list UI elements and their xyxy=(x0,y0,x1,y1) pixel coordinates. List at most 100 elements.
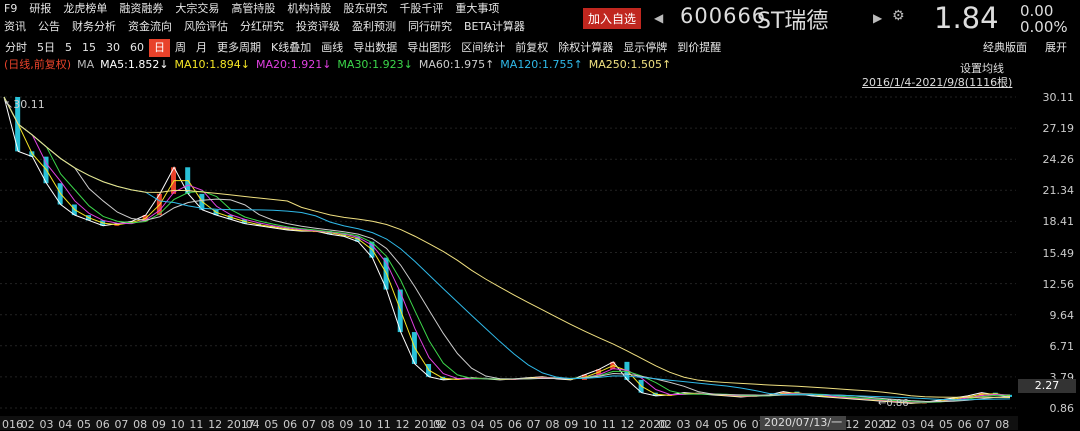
x-tick-label: 06 xyxy=(95,418,110,431)
x-tick-label: 08 xyxy=(545,418,560,431)
menu-item[interactable]: 资讯 xyxy=(0,18,32,36)
y-tick-label: 30.11 xyxy=(1042,91,1075,104)
ma-label: MA xyxy=(77,58,95,71)
ma-line xyxy=(3,96,1011,403)
toolbar-item[interactable]: 导出数据 xyxy=(348,39,402,57)
toolbar-item[interactable]: 30 xyxy=(101,39,125,57)
crosshair-date: 2020/07/13/一 xyxy=(760,416,847,430)
y-tick-label: 27.19 xyxy=(1042,122,1075,136)
toolbar-item[interactable]: K线叠加 xyxy=(266,39,316,57)
price-change-pct: 0.00% xyxy=(1020,18,1068,36)
x-tick-label: 10 xyxy=(170,418,185,431)
ma-line xyxy=(3,96,1011,404)
toolbar-item[interactable]: 区间统计 xyxy=(456,39,510,57)
menu-item[interactable]: 投资评级 xyxy=(290,18,346,36)
x-tick-label: 05 xyxy=(714,418,729,431)
current-price-tag: 2.27 xyxy=(1018,379,1076,393)
settings-gear-icon[interactable]: ⚙ xyxy=(892,8,905,24)
menu-item[interactable]: 风险评估 xyxy=(178,18,234,36)
toolbar-item[interactable]: 周 xyxy=(170,39,191,57)
menu-item[interactable]: 研报 xyxy=(23,0,57,18)
x-tick-label: 06 xyxy=(957,418,972,431)
y-tick-label: 9.64 xyxy=(1049,308,1075,322)
x-tick-label: 08 xyxy=(995,418,1010,431)
add-watchlist-button[interactable]: 加入自选 xyxy=(583,8,642,29)
x-tick-label: 02 xyxy=(882,418,897,431)
toolbar-item[interactable]: 60 xyxy=(125,39,149,57)
y-tick-label: 12.56 xyxy=(1042,277,1075,291)
x-tick-label: 03 xyxy=(901,418,916,431)
x-tick-label: 07 xyxy=(976,418,991,431)
toolbar-item[interactable]: 导出图形 xyxy=(402,39,456,57)
x-tick-label: 06 xyxy=(732,418,747,431)
menu-item[interactable]: 同行研究 xyxy=(402,18,458,36)
toolbar-item[interactable]: 除权计算器 xyxy=(553,39,618,57)
toolbar-item[interactable]: 画线 xyxy=(316,39,348,57)
menu-item[interactable]: 盈利预测 xyxy=(346,18,402,36)
toolbar-item[interactable]: 显示停牌 xyxy=(618,39,672,57)
x-tick-label: 11 xyxy=(601,418,616,431)
toolbar-item[interactable]: 15 xyxy=(77,39,101,57)
menu-row-2: 资讯 公告 财务分析 资金流向 风险评估 分红研究 投资评级 盈利预测 同行研究 BETA计算器 xyxy=(0,18,531,36)
x-tick-label: 06 xyxy=(508,418,522,431)
x-tick-label: 12 xyxy=(845,418,860,431)
menu-item[interactable]: 重大事项 xyxy=(449,0,505,18)
y-tick-label: 21.34 xyxy=(1042,184,1075,198)
prev-stock-icon[interactable]: ◀ xyxy=(654,11,663,25)
x-tick-label: 04 xyxy=(470,418,485,431)
y-tick-label: 0.86 xyxy=(1049,402,1075,415)
x-tick-label: 12 xyxy=(208,418,223,431)
toolbar-item[interactable]: 前复权 xyxy=(510,39,553,57)
menu-item[interactable]: 龙虎榜单 xyxy=(57,0,113,18)
x-tick-label: 07 xyxy=(114,418,129,431)
next-stock-icon[interactable]: ▶ xyxy=(873,11,882,25)
x-tick-label: 02 xyxy=(657,418,672,431)
menu-item[interactable]: 股东研究 xyxy=(337,0,393,18)
ma-label: MA20:1.921↓ xyxy=(255,58,332,71)
last-price: 1.84 xyxy=(934,1,999,35)
x-tick-label: 05 xyxy=(939,418,954,431)
menu-item[interactable]: 大宗交易 xyxy=(169,0,225,18)
x-tick-label: 11 xyxy=(189,418,204,431)
menu-item[interactable]: BETA计算器 xyxy=(458,18,531,36)
menu-item[interactable]: 融资融券 xyxy=(113,0,169,18)
toolbar-item[interactable]: 日 xyxy=(149,39,170,57)
toolbar-item[interactable]: 月 xyxy=(191,39,212,57)
period-toolbar: 分时 5日 5 15 30 60 日周月更多周期 K线叠加 画线 导出数据 导出图形 区间统计 前复权除… xyxy=(0,39,1080,57)
toolbar-item[interactable]: 分时 xyxy=(0,39,32,57)
x-tick-label: 08 xyxy=(133,418,148,431)
x-tick-label: 09 xyxy=(564,418,579,431)
menu-item[interactable]: 机构持股 xyxy=(281,0,337,18)
y-tick-label: 15.49 xyxy=(1042,246,1075,260)
ma-label: MA5:1.852↓ xyxy=(100,58,169,71)
menu-item[interactable]: 公告 xyxy=(32,18,66,36)
menu-item[interactable]: 资金流向 xyxy=(122,18,178,36)
x-tick-label: 09 xyxy=(151,418,166,431)
x-tick-label: 02 xyxy=(20,418,35,431)
menu-item[interactable]: F9 xyxy=(0,0,23,18)
toolbar-right-item[interactable]: 经典版面 xyxy=(978,39,1032,57)
toolbar-right-item[interactable]: 展开 xyxy=(1040,39,1072,57)
menu-row-1: F9 研报 龙虎榜单 融资融券 大宗交易 高管持股 机构持股 股东研究 千股千评 重大事项 xyxy=(0,0,505,18)
x-tick-label: 12 xyxy=(395,418,410,431)
toolbar-item[interactable]: 更多周期 xyxy=(212,39,266,57)
x-tick-label: 02 xyxy=(433,418,448,431)
menu-item[interactable]: 千股千评 xyxy=(393,0,449,18)
menu-item[interactable]: 财务分析 xyxy=(66,18,122,36)
y-tick-label: 6.71 xyxy=(1049,339,1075,353)
high-marker-value: 30.11 xyxy=(13,98,45,111)
x-tick-label: 03 xyxy=(39,418,54,431)
ma-label: MA30:1.923↓ xyxy=(337,58,413,71)
kline-chart[interactable] xyxy=(0,88,1020,416)
ma-label: (日线,前复权) xyxy=(4,58,72,71)
x-tick-label: 03 xyxy=(676,418,691,431)
menu-item[interactable]: 分红研究 xyxy=(234,18,290,36)
x-tick-label: 05 xyxy=(76,418,91,431)
toolbar-item[interactable]: 到价提醒 xyxy=(672,39,726,57)
x-tick-label: 10 xyxy=(582,418,597,431)
menu-item[interactable]: 高管持股 xyxy=(225,0,281,18)
ma-line xyxy=(3,96,1011,404)
toolbar-item[interactable]: 5日 xyxy=(32,39,60,57)
stock-code: 600666 xyxy=(680,4,767,28)
toolbar-item[interactable]: 5 xyxy=(60,39,77,57)
